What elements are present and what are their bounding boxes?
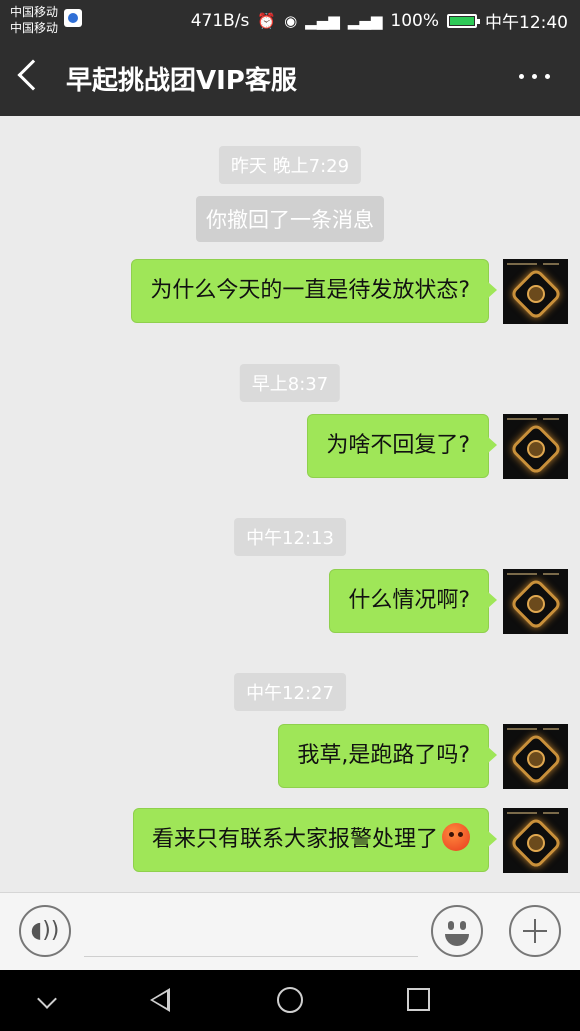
message-text: 什么情况啊? [348,588,470,613]
battery-icon [447,13,480,28]
alarm-icon: ⏰ [257,11,277,30]
carrier-info: 中国移动 中国移动 [10,4,58,36]
message-row: 为什么今天的一直是待发放状态? [131,259,568,324]
nav-back-icon[interactable] [150,988,170,1012]
chat-area[interactable]: 昨天 晚上7:29 你撤回了一条消息 为什么今天的一直是待发放状态? 早上8:3… [0,116,580,892]
carrier-2-label: 中国移动 [10,21,59,35]
message-bubble[interactable]: 为什么今天的一直是待发放状态? [131,259,497,323]
message-text: 我草,是跑路了吗? [297,743,470,768]
clock: 中午12:40 [485,13,568,33]
voice-input-button[interactable]: ◖)) [19,905,71,957]
avatar[interactable] [503,724,568,789]
message-text: 为啥不回复了? [326,433,470,458]
back-icon[interactable] [17,59,49,91]
input-bar: ◖)) [0,892,580,970]
battery-percent: 100% [390,10,439,31]
message-input[interactable] [84,907,418,957]
timestamp: 中午12:27 [234,673,346,711]
net-speed: 471B/s [190,10,250,31]
timestamp: 早上8:37 [239,364,341,402]
message-bubble[interactable]: 什么情况啊? [329,569,497,633]
message-bubble[interactable]: 看来只有联系大家报警处理了 [132,808,498,872]
carrier-1-label: 中国移动 [10,5,59,19]
voice-wave-icon: ◖)) [30,918,60,943]
eye-icon: ◉ [284,11,298,30]
more-actions-button[interactable] [509,905,561,957]
message-bubble[interactable]: 我草,是跑路了吗? [278,724,497,788]
avatar[interactable] [503,414,568,479]
message-row: 为啥不回复了? [307,414,568,479]
2g-signal-icon: ▂▄▆ [347,11,383,30]
status-indicators: 471B/s ⏰ ◉ ▂▄▆ ▂▄▆ 100% 中午12:40 [190,8,568,34]
avatar[interactable] [503,808,568,873]
hide-nav-icon[interactable] [37,989,57,1009]
avatar[interactable] [503,569,568,634]
timestamp: 昨天 晚上7:29 [218,146,362,184]
system-message-recalled: 你撤回了一条消息 [196,196,384,242]
message-row: 我草,是跑路了吗? [278,724,568,789]
chat-title: 早起挑战团VIP客服 [66,66,297,96]
more-options-icon[interactable] [519,74,550,79]
system-nav-bar [0,970,580,1031]
4g-signal-icon: ▂▄▆ [305,11,340,30]
message-row: 什么情况啊? [329,569,568,634]
nav-recents-icon[interactable] [407,988,430,1011]
nav-home-icon[interactable] [277,987,303,1013]
timestamp: 中午12:13 [234,518,346,556]
chat-header: 早起挑战团VIP客服 [0,40,580,116]
message-text: 为什么今天的一直是待发放状态? [150,278,470,303]
status-bar: 中国移动 中国移动 471B/s ⏰ ◉ ▂▄▆ ▂▄▆ 100% 中午12:4… [0,0,580,40]
angry-face-icon [442,823,470,851]
notification-app-icon [64,9,82,27]
message-bubble[interactable]: 为啥不回复了? [307,414,497,478]
message-text: 看来只有联系大家报警处理了 [151,827,438,852]
message-row: 看来只有联系大家报警处理了 [132,808,568,873]
emoji-button[interactable] [431,905,483,957]
avatar[interactable] [503,259,568,324]
